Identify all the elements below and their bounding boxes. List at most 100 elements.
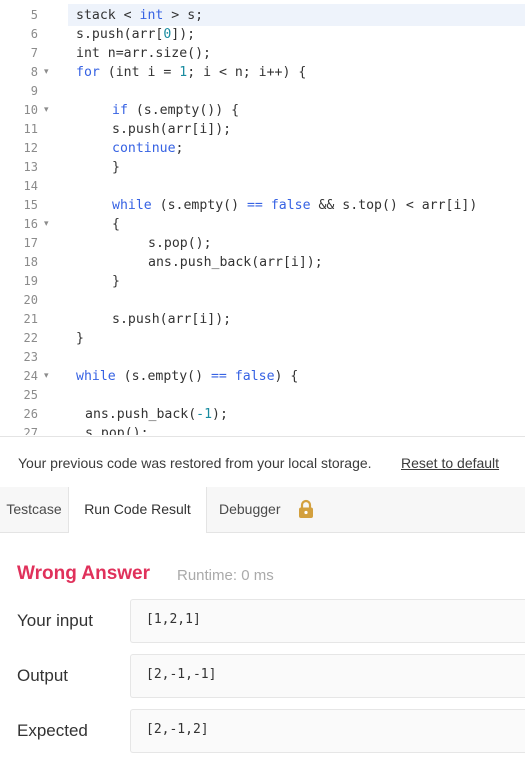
line-number: 26 [23,407,38,421]
code-line: 12 continue; [0,139,525,158]
code-token: while [112,198,152,213]
code-token: s.push(arr[i]); [112,312,232,327]
code-token: } [112,160,120,175]
code-token: int [131,8,172,23]
code-line: 16 ▾ { [0,215,525,234]
line-number: 15 [23,198,38,212]
line-number: 25 [23,388,38,402]
code-line: 18 ans.push_back(arr[i]); [0,253,525,272]
code-token: { [112,217,120,232]
code-text: int n=arr.size(); [76,44,211,63]
line-number: 18 [23,255,38,269]
tab-testcase[interactable]: Testcase [0,487,69,532]
code-line: 19} [0,272,525,291]
fold-arrow-icon[interactable]: ▾ [44,215,49,234]
code-token: < [405,198,414,213]
code-line: 9 [0,82,525,101]
code-token: -1 [196,407,213,422]
code-token: 1 [179,65,188,80]
line-number: 6 [30,27,38,41]
fold-arrow-icon[interactable]: ▾ [44,101,49,120]
tab-run-code-result[interactable]: Run Code Result [69,487,207,533]
line-number: 9 [30,84,38,98]
line-number: 20 [23,293,38,307]
code-token: false [234,369,275,384]
output-value: [2,-1,-1] [146,667,217,682]
code-line: 23 [0,348,525,367]
code-line: 17 s.pop(); [0,234,525,253]
code-line: 24 ▾ while (s.empty() == false) { [0,367,525,386]
code-token: ans.push_back(arr[i]); [148,255,323,270]
code-token: continue [112,141,176,156]
line-number: 7 [30,46,38,60]
code-line: 5 stack < int > s; [0,6,525,25]
tab-debugger[interactable]: Debugger [207,487,339,532]
code-line: 10 ▾ if (s.empty()) { [0,101,525,120]
code-token: s.push(arr[ [76,27,164,42]
code-line: 8 ▾ for (int i = 1; i < n; i++) { [0,63,525,82]
code-token: int n=arr.size(); [76,46,211,61]
verdict-wrong-answer: Wrong Answer [17,563,151,584]
code-line: 6 s.push(arr[0]); [0,25,525,44]
code-text: } [112,158,120,177]
line-number: 24 [23,369,38,383]
code-line: 20 [0,291,525,310]
code-token: (s.empty()) { [127,103,240,118]
code-token: n; i++) { [226,65,307,80]
line-number: 16 [23,217,38,231]
fold-arrow-icon[interactable]: ▾ [44,367,49,386]
line-number: 13 [23,160,38,174]
code-editor[interactable]: 5 stack < int > s; 6 s.push(arr[0]); 7 int n=… [0,0,525,435]
code-line: 11 s.push(arr[i]); [0,120,525,139]
code-text: s.pop(); [148,234,212,253]
code-token: arr[i]) [413,198,478,213]
code-text: s.pop(); [85,424,149,435]
code-token: && s.top() [310,198,406,213]
code-text: s.push(arr[i]); [112,120,231,139]
code-token: s.pop(); [85,426,149,435]
code-token: stack [76,8,124,23]
fold-arrow-icon[interactable]: ▾ [44,63,49,82]
line-number: 22 [23,331,38,345]
code-token: ]); [171,27,196,42]
code-token: < [218,65,227,80]
code-token: s.push(arr[i]); [112,122,232,137]
code-line: 26 ans.push_back(-1); [0,405,525,424]
expected-box: [2,-1,2] [130,709,525,753]
code-token: for [76,65,100,80]
reset-to-default-link[interactable]: Reset to default [401,455,499,471]
line-number: 12 [23,141,38,155]
code-line: 25 [0,386,525,405]
code-line: 14 [0,177,525,196]
line-number: 19 [23,274,38,288]
code-line: 13} [0,158,525,177]
code-token: < [123,8,132,23]
line-number: 17 [23,236,38,250]
runtime-text: Runtime: 0 ms [177,567,274,584]
code-text: stack < int > s; [76,6,203,25]
code-text: { [112,215,120,234]
code-token: ) { [274,369,299,384]
your-input-label: Your input [17,611,93,630]
code-text: ans.push_back(arr[i]); [148,253,323,272]
code-token: == [210,369,227,384]
code-text: s.push(arr[0]); [76,25,195,44]
code-text: } [76,329,84,348]
code-text: while (s.empty() == false && s.top() < a… [112,196,477,215]
code-token: s; [179,8,204,23]
expected-value: [2,-1,2] [146,722,209,737]
code-token: s.pop(); [148,236,212,251]
code-token: ; [175,141,184,156]
line-number: 23 [23,350,38,364]
code-token: while [76,369,116,384]
expected-label: Expected [17,721,88,740]
code-token: ans.push_back( [85,407,197,422]
line-number: 10 [23,103,38,117]
code-text: if (s.empty()) { [112,101,239,120]
code-token: == [246,198,263,213]
lock-icon [299,499,313,518]
line-number: 11 [23,122,38,136]
code-line: 27 s.pop(); [0,424,525,435]
line-number: 14 [23,179,38,193]
code-line: 21 s.push(arr[i]); [0,310,525,329]
